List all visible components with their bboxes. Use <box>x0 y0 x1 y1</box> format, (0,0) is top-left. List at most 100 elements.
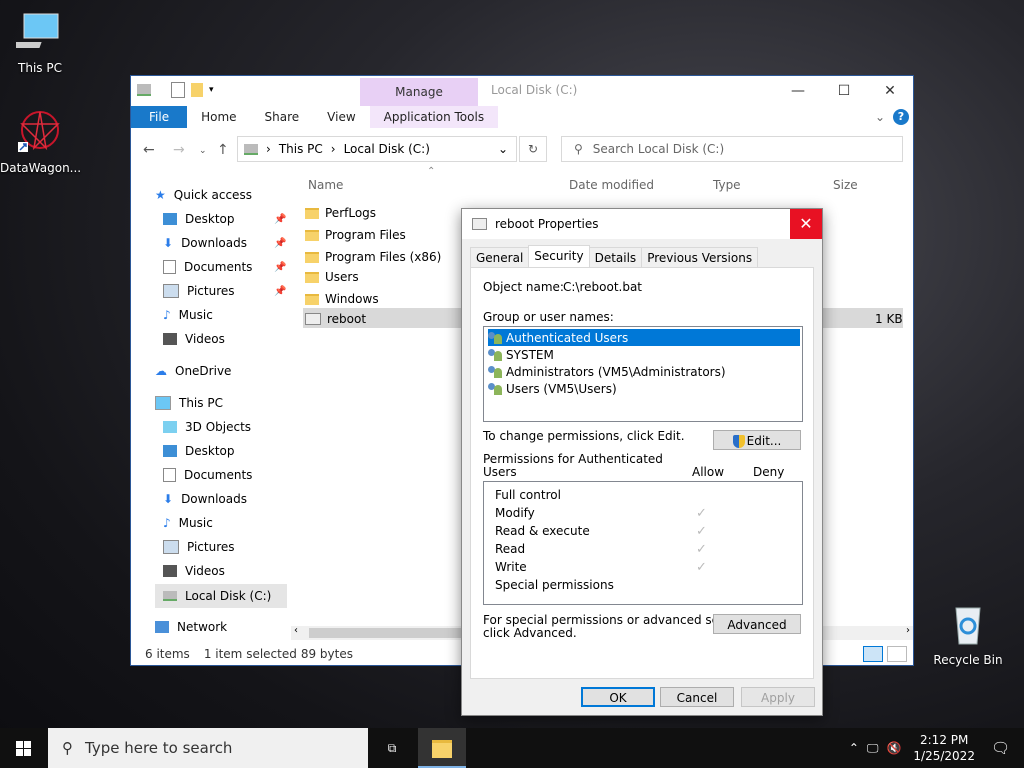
column-header-size[interactable]: Size <box>833 178 858 192</box>
nav-documents[interactable]: Documents <box>163 468 252 482</box>
volume-muted-icon[interactable]: 🔇 <box>882 741 905 755</box>
large-icons-view-icon[interactable] <box>887 646 907 662</box>
properties-icon[interactable] <box>171 82 185 98</box>
search-input[interactable]: ⚲ Search Local Disk (C:) <box>561 136 903 162</box>
cancel-button[interactable]: Cancel <box>660 687 734 707</box>
task-view-icon[interactable]: ⧉ <box>368 728 416 768</box>
nav-quick-videos[interactable]: Videos <box>163 332 225 346</box>
user-list-item[interactable]: SYSTEM <box>488 346 554 363</box>
tab-security[interactable]: Security <box>528 245 590 268</box>
file-size: 1 KB <box>875 312 903 326</box>
nav-pictures[interactable]: Pictures <box>163 540 235 554</box>
nav-onedrive[interactable]: ☁ OneDrive <box>155 364 231 378</box>
computer-icon <box>155 396 171 410</box>
clock[interactable]: 2:12 PM 1/25/2022 <box>905 732 983 764</box>
new-folder-icon[interactable] <box>191 83 203 97</box>
desktop-icon-label: DataWagon... <box>0 161 82 175</box>
address-bar[interactable]: › This PC › Local Disk (C:) ⌄ <box>237 136 517 162</box>
qat-dropdown-icon[interactable]: ▾ <box>209 85 214 95</box>
tab-application-tools[interactable]: Application Tools <box>369 106 499 128</box>
breadcrumb-local-disk[interactable]: Local Disk (C:) <box>344 142 430 156</box>
tab-share[interactable]: Share <box>251 106 314 128</box>
desktop-icon-this-pc[interactable]: This PC <box>0 8 80 75</box>
taskbar-search-input[interactable]: ⚲ Type here to search <box>48 728 368 768</box>
nav-downloads[interactable]: ⬇ Downloads <box>163 492 247 506</box>
file-row[interactable]: Program Files <box>305 228 406 242</box>
nav-network[interactable]: Network <box>155 620 227 634</box>
nav-desktop[interactable]: Desktop <box>163 444 235 458</box>
nav-videos[interactable]: Videos <box>163 564 225 578</box>
user-list-item[interactable]: Administrators (VM5\Administrators) <box>488 363 726 380</box>
start-button[interactable] <box>0 728 48 768</box>
nav-music[interactable]: ♪ Music <box>163 516 213 530</box>
file-row[interactable]: PerfLogs <box>305 206 376 220</box>
file-explorer-taskbar-icon[interactable] <box>418 728 466 768</box>
deny-column-label: Deny <box>753 465 785 479</box>
desktop-icon-recycle-bin[interactable]: Recycle Bin <box>928 600 1008 667</box>
music-note-icon: ♪ <box>163 308 171 322</box>
back-arrow-icon[interactable]: ← <box>143 142 155 158</box>
details-view-icon[interactable] <box>863 646 883 662</box>
permissions-header-user: Users <box>483 465 517 479</box>
address-dropdown-icon[interactable]: ⌄ <box>498 142 508 156</box>
nav-quick-access[interactable]: ★ Quick access <box>155 188 252 202</box>
up-arrow-icon[interactable]: ↑ <box>217 142 229 158</box>
title-bar: ▾ Manage Local Disk (C:) — ☐ ✕ <box>131 76 913 106</box>
tab-home[interactable]: Home <box>187 106 250 128</box>
nav-quick-music[interactable]: ♪ Music <box>163 308 213 322</box>
scroll-left-icon[interactable]: ‹ <box>294 625 298 636</box>
edit-button[interactable]: Edit... <box>713 430 801 450</box>
notifications-icon[interactable]: 🗨 <box>983 739 1024 757</box>
allow-column-label: Allow <box>692 465 725 479</box>
file-row[interactable]: reboot <box>305 312 366 326</box>
ok-button[interactable]: OK <box>581 687 655 707</box>
pin-icon[interactable]: 📌 <box>274 214 286 225</box>
column-header-type[interactable]: Type <box>713 178 741 192</box>
allow-check-icon: ✓ <box>696 524 707 539</box>
maximize-icon[interactable]: ☐ <box>821 76 867 106</box>
pin-icon[interactable]: 📌 <box>274 286 286 297</box>
column-header-date[interactable]: Date modified <box>569 178 654 192</box>
nav-quick-downloads[interactable]: ⬇ Downloads <box>163 236 247 250</box>
user-list-item[interactable]: Users (VM5\Users) <box>488 380 617 397</box>
folder-icon <box>305 229 319 241</box>
tab-file[interactable]: File <box>131 106 188 128</box>
batch-file-icon <box>472 218 487 230</box>
nav-this-pc[interactable]: This PC <box>155 396 223 410</box>
scroll-right-icon[interactable]: › <box>906 625 910 636</box>
manage-context-tab[interactable]: Manage <box>360 78 478 106</box>
nav-quick-documents[interactable]: Documents <box>163 260 252 274</box>
tab-view[interactable]: View <box>313 106 369 128</box>
file-row[interactable]: Program Files (x86) <box>305 250 441 264</box>
expand-ribbon-icon[interactable]: ⌄ <box>875 110 885 124</box>
help-icon[interactable]: ? <box>893 109 909 125</box>
allow-check-icon: ✓ <box>696 560 707 575</box>
apply-button[interactable]: Apply <box>741 687 815 707</box>
object-name-value: C:\reboot.bat <box>563 280 643 294</box>
nav-3d-objects[interactable]: 3D Objects <box>163 420 251 434</box>
forward-arrow-icon[interactable]: → <box>173 142 185 158</box>
user-list[interactable]: Authenticated Users SYSTEM Administrator… <box>483 326 803 422</box>
object-name-label: Object name: <box>483 280 564 294</box>
pin-icon[interactable]: 📌 <box>274 262 286 273</box>
nav-quick-desktop[interactable]: Desktop <box>163 212 235 226</box>
nav-quick-pictures[interactable]: Pictures <box>163 284 235 298</box>
pin-icon[interactable]: 📌 <box>274 238 286 249</box>
user-list-item[interactable]: Authenticated Users <box>488 329 800 346</box>
close-icon[interactable]: ✕ <box>790 209 822 239</box>
desktop-icon-datawagon[interactable]: DataWagon... <box>0 108 82 175</box>
quick-access-toolbar: ▾ <box>137 82 214 98</box>
refresh-button[interactable]: ↻ <box>519 136 547 162</box>
network-icon[interactable]: 🖵 <box>863 741 883 756</box>
column-header-name[interactable]: Name <box>308 178 343 192</box>
file-row[interactable]: Windows <box>305 292 379 306</box>
close-icon[interactable]: ✕ <box>867 76 913 106</box>
file-row[interactable]: Users <box>305 270 359 284</box>
breadcrumb-this-pc[interactable]: This PC <box>279 142 323 156</box>
status-selected: 1 item selected <box>203 647 297 661</box>
nav-local-disk[interactable]: Local Disk (C:) <box>155 584 287 608</box>
recent-dropdown-icon[interactable]: ⌄ <box>199 146 207 156</box>
advanced-button[interactable]: Advanced <box>713 614 801 634</box>
minimize-icon[interactable]: — <box>775 76 821 106</box>
show-hidden-icons-icon[interactable]: ⌃ <box>845 741 863 755</box>
